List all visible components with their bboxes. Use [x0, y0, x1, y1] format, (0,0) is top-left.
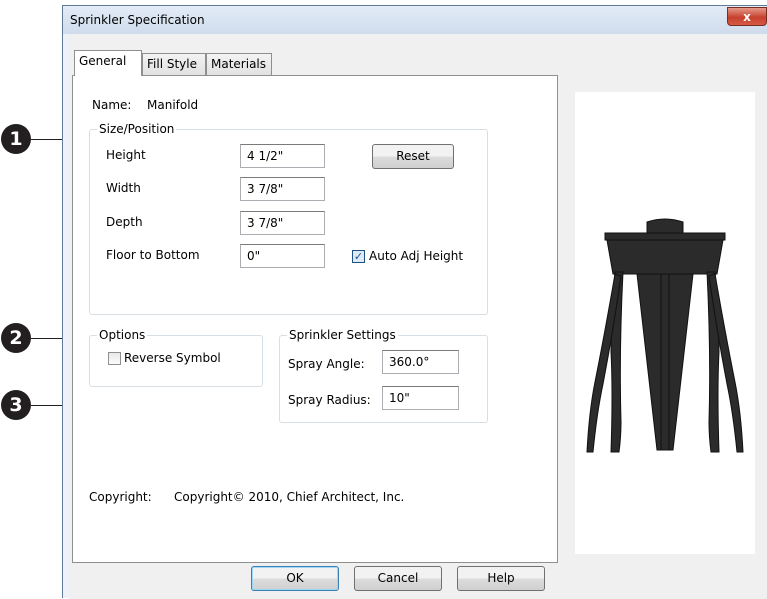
copyright-value: Copyright© 2010, Chief Architect, Inc.	[174, 490, 405, 504]
width-field[interactable]: 3 7/8"	[240, 177, 325, 201]
tab-materials[interactable]: Materials	[206, 53, 272, 75]
spray-angle-field[interactable]: 360.0°	[382, 350, 459, 374]
title-bar[interactable]: Sprinkler Specification x	[63, 6, 767, 34]
options-legend: Options	[97, 328, 148, 342]
tab-general-label: General	[79, 54, 127, 68]
help-button[interactable]: Help	[457, 566, 545, 591]
callout-1: 1	[1, 124, 31, 154]
name-value: Manifold	[147, 98, 199, 112]
close-button[interactable]: x	[727, 7, 767, 26]
depth-label: Depth	[106, 215, 143, 229]
tab-fill-style[interactable]: Fill Style	[142, 53, 206, 75]
size-position-legend: Size/Position	[97, 122, 177, 136]
checkmark-icon: ✓	[353, 250, 364, 263]
reset-button[interactable]: Reset	[372, 144, 454, 169]
auto-adj-height-checkbox[interactable]: ✓	[352, 250, 365, 263]
preview-panel	[575, 92, 755, 554]
callout-2: 2	[1, 323, 31, 353]
floor-to-bottom-label: Floor to Bottom	[106, 248, 200, 262]
dialog-window: Sprinkler Specification x General Fill S…	[62, 5, 767, 599]
sprinkler-settings-legend: Sprinkler Settings	[287, 328, 398, 342]
spray-radius-field[interactable]: 10"	[382, 386, 459, 410]
height-label: Height	[106, 148, 146, 162]
reverse-symbol-checkbox[interactable]	[108, 352, 121, 365]
dialog-title: Sprinkler Specification	[70, 13, 205, 27]
tab-fill-style-label: Fill Style	[147, 57, 197, 71]
dialog-client: General Fill Style Materials Name: Manif…	[69, 34, 767, 599]
spray-angle-label: Spray Angle:	[288, 357, 365, 371]
size-position-group: Size/Position Height 4 1/2" Reset Width …	[89, 122, 488, 315]
sprinkler-settings-group: Sprinkler Settings Spray Angle: 360.0° S…	[279, 328, 488, 423]
name-label: Name:	[92, 98, 132, 112]
reverse-symbol-label[interactable]: Reverse Symbol	[124, 351, 221, 365]
general-tab-panel: Name: Manifold Size/Position Height 4 1/…	[72, 75, 558, 563]
floor-to-bottom-field[interactable]: 0"	[240, 244, 325, 268]
auto-adj-height-label[interactable]: Auto Adj Height	[369, 249, 463, 263]
width-label: Width	[106, 181, 141, 195]
height-field[interactable]: 4 1/2"	[240, 144, 325, 168]
tab-general[interactable]: General	[74, 50, 142, 76]
copyright-label: Copyright:	[89, 490, 152, 504]
spray-radius-label: Spray Radius:	[288, 393, 371, 407]
callout-3: 3	[1, 390, 31, 420]
close-icon: x	[743, 10, 751, 24]
tab-materials-label: Materials	[211, 57, 267, 71]
options-group: Options Reverse Symbol	[89, 328, 263, 387]
sprinkler-preview-image	[586, 218, 744, 453]
ok-button[interactable]: OK	[251, 566, 339, 591]
cancel-button[interactable]: Cancel	[354, 566, 442, 591]
depth-field[interactable]: 3 7/8"	[240, 211, 325, 235]
